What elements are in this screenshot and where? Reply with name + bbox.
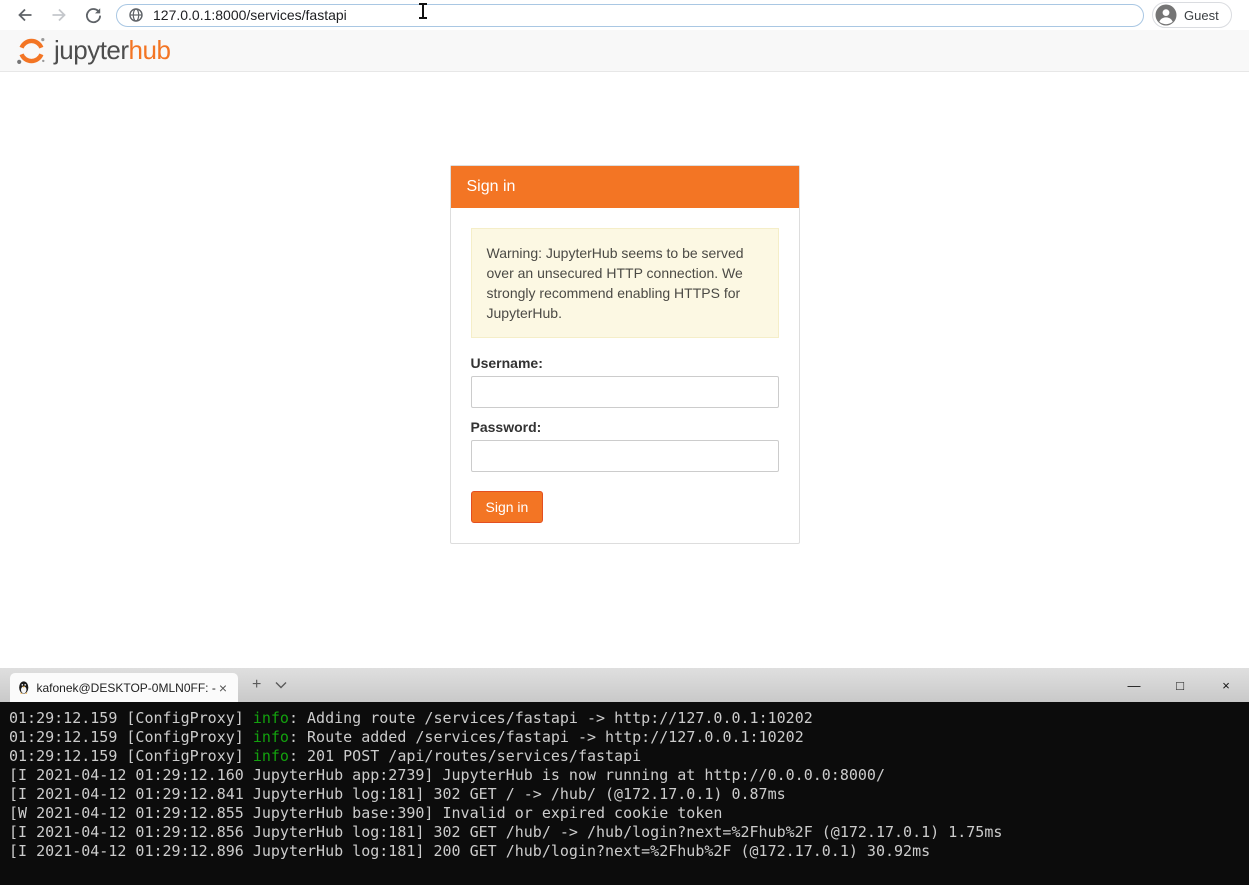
chevron-down-icon: [275, 681, 287, 689]
logo-text-jupyter: jupyter: [54, 35, 129, 66]
profile-label: Guest: [1184, 8, 1219, 23]
terminal-tab[interactable]: kafonek@DESKTOP-0MLN0FF: - ×: [10, 673, 238, 702]
terminal-line: [I 2021-04-12 01:29:12.160 JupyterHub ap…: [9, 766, 1249, 785]
browser-menu-button[interactable]: ⋮: [1242, 5, 1249, 25]
browser-toolbar: 127.0.0.1:8000/services/fastapi Guest ⋮: [0, 0, 1249, 30]
tab-close-icon[interactable]: ×: [216, 680, 230, 696]
jupyterhub-navbar: jupyterhub: [0, 30, 1249, 72]
minimize-button[interactable]: —: [1111, 678, 1157, 693]
globe-icon: [129, 8, 143, 22]
terminal-line: [I 2021-04-12 01:29:12.896 JupyterHub lo…: [9, 842, 1249, 861]
back-button[interactable]: [12, 2, 38, 28]
terminal-line: 01:29:12.159 [ConfigProxy] info: 201 POS…: [9, 747, 1249, 766]
url-text: 127.0.0.1:8000/services/fastapi: [153, 7, 347, 23]
username-input[interactable]: [471, 376, 779, 408]
user-avatar-icon: [1155, 4, 1177, 26]
window-controls: — □ ×: [1111, 668, 1249, 702]
new-tab-button[interactable]: +: [252, 677, 261, 693]
terminal-window: kafonek@DESKTOP-0MLN0FF: - × + — □ × 01:…: [0, 668, 1249, 885]
terminal-line: 01:29:12.159 [ConfigProxy] info: Route a…: [9, 728, 1249, 747]
terminal-line: [I 2021-04-12 01:29:12.856 JupyterHub lo…: [9, 823, 1249, 842]
back-arrow-icon: [16, 6, 34, 24]
terminal-line: 01:29:12.159 [ConfigProxy] info: Adding …: [9, 709, 1249, 728]
tab-dropdown-button[interactable]: [275, 681, 287, 689]
linux-tux-icon: [18, 679, 29, 696]
close-button[interactable]: ×: [1203, 678, 1249, 693]
signin-panel: Sign in Warning: JupyterHub seems to be …: [450, 165, 800, 544]
terminal-output[interactable]: 01:29:12.159 [ConfigProxy] info: Adding …: [0, 702, 1249, 885]
signin-panel-title: Sign in: [451, 166, 799, 208]
terminal-tab-bar: kafonek@DESKTOP-0MLN0FF: - × + — □ ×: [0, 668, 1249, 702]
password-label: Password:: [471, 419, 779, 435]
signin-button[interactable]: Sign in: [471, 491, 544, 523]
https-warning-message: Warning: JupyterHub seems to be served o…: [471, 228, 779, 338]
jupyter-planet-icon: [14, 34, 48, 68]
text-cursor: [418, 2, 428, 20]
reload-icon: [85, 7, 102, 24]
terminal-tab-title: kafonek@DESKTOP-0MLN0FF: -: [36, 681, 215, 695]
reload-button[interactable]: [80, 2, 106, 28]
username-label: Username:: [471, 355, 779, 371]
signin-panel-body: Warning: JupyterHub seems to be served o…: [451, 208, 799, 543]
maximize-button[interactable]: □: [1157, 678, 1203, 693]
password-input[interactable]: [471, 440, 779, 472]
forward-button[interactable]: [46, 2, 72, 28]
terminal-line: [I 2021-04-12 01:29:12.841 JupyterHub lo…: [9, 785, 1249, 804]
terminal-line: [W 2021-04-12 01:29:12.855 JupyterHub ba…: [9, 804, 1249, 823]
logo-text-hub: hub: [129, 35, 171, 66]
profile-button[interactable]: Guest: [1152, 2, 1232, 28]
jupyterhub-logo[interactable]: jupyterhub: [14, 34, 170, 68]
url-bar[interactable]: 127.0.0.1:8000/services/fastapi: [116, 4, 1144, 27]
forward-arrow-icon: [50, 6, 68, 24]
